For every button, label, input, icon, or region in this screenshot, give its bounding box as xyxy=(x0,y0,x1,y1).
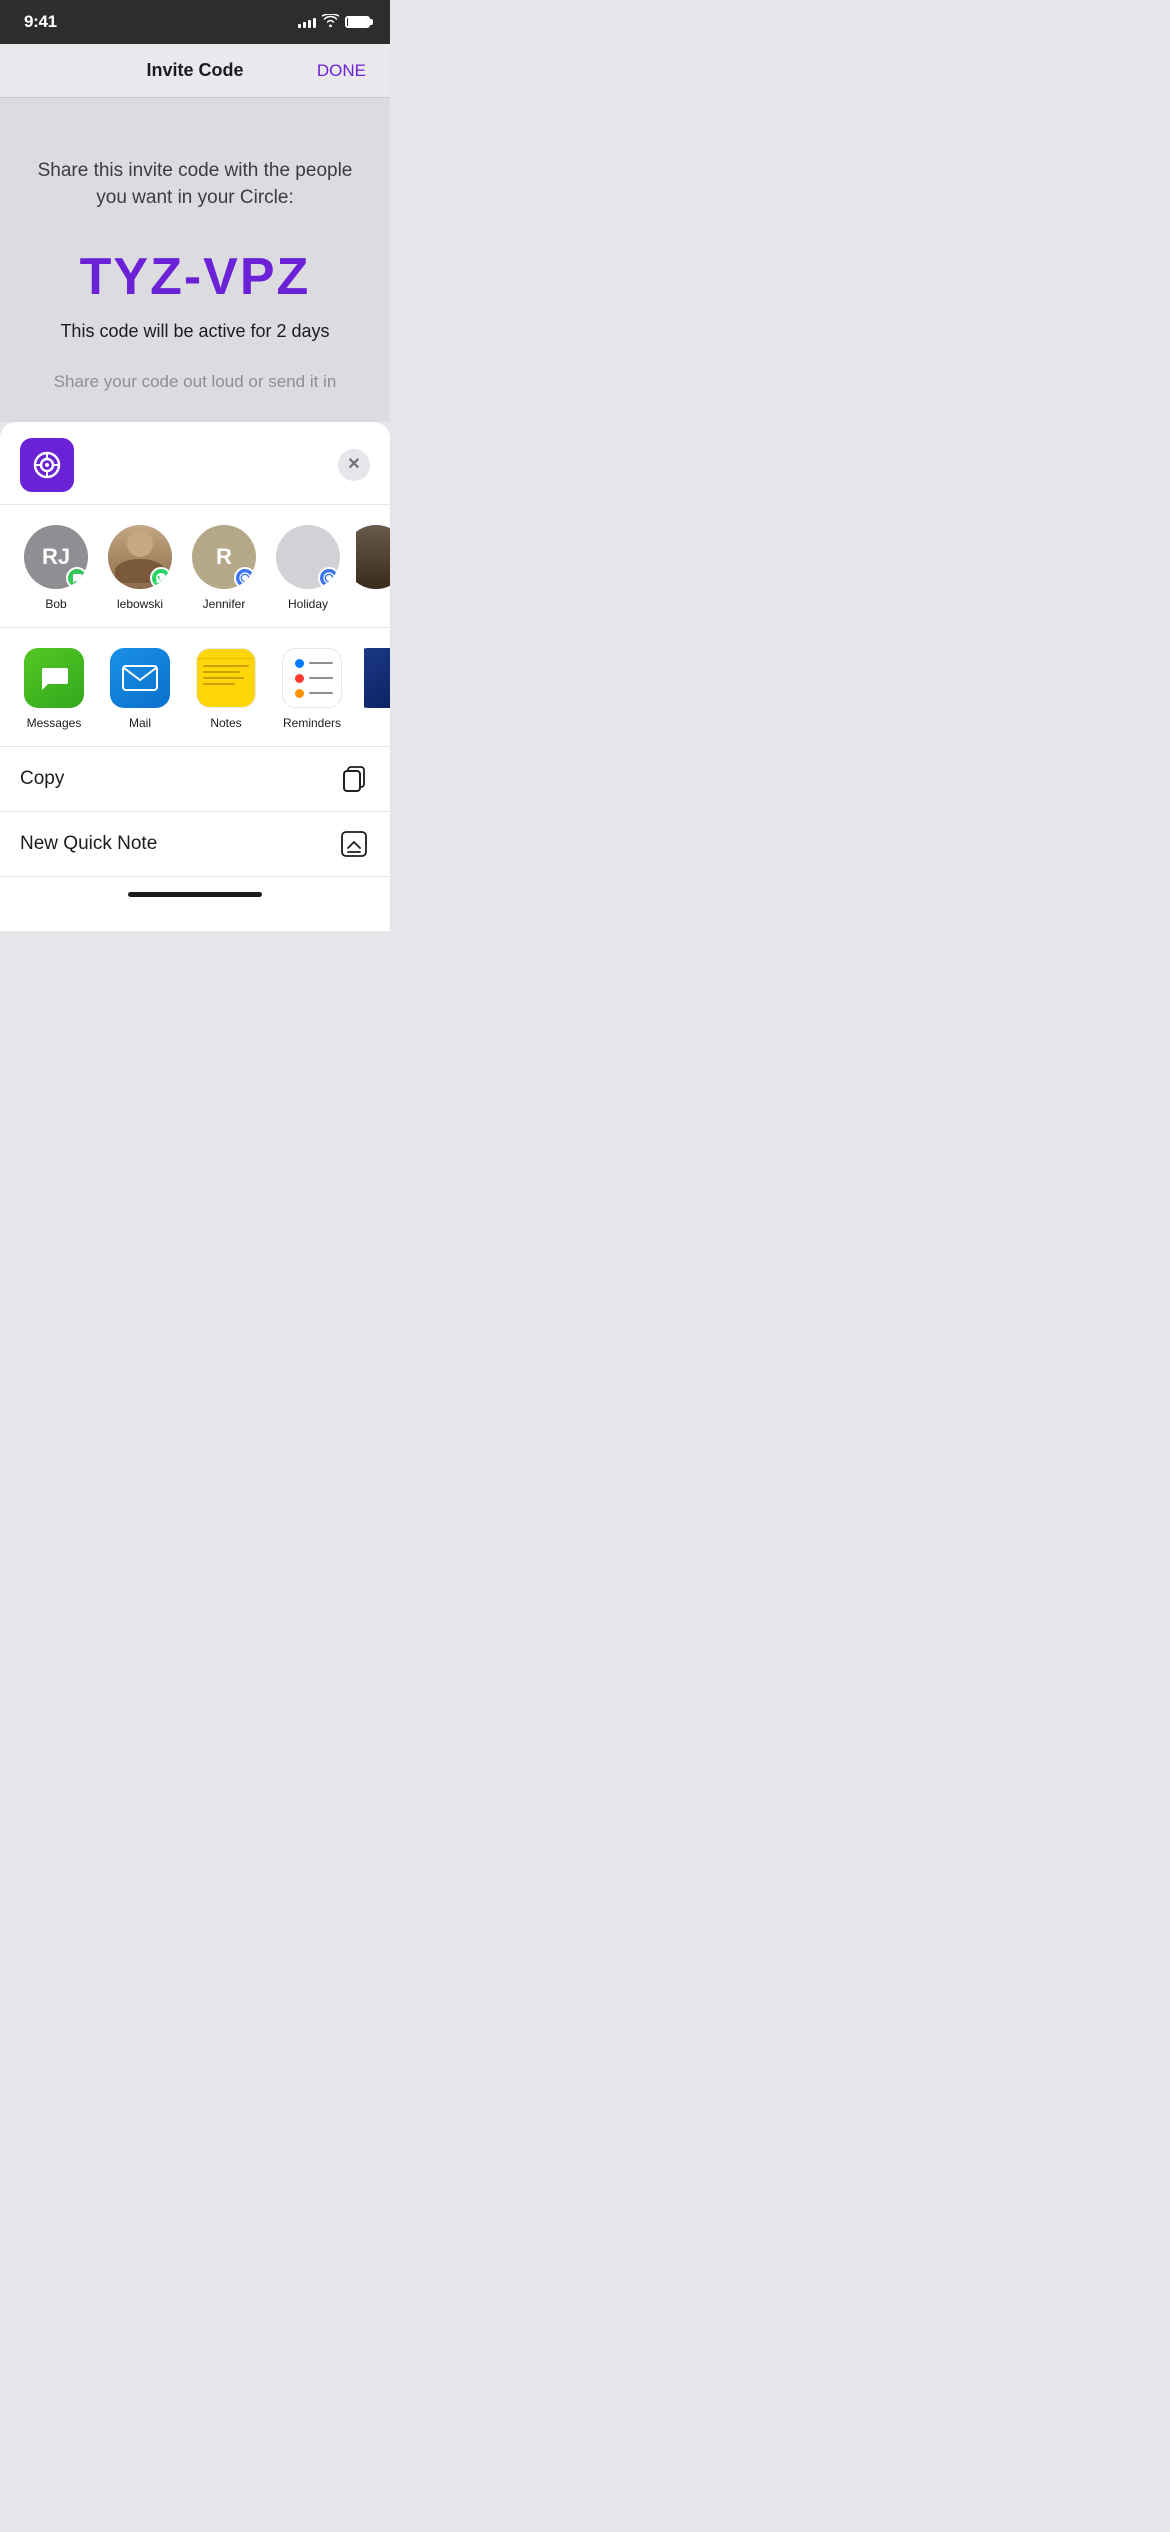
invite-code: TYZ-VPZ xyxy=(30,247,360,307)
app-icon-reminders xyxy=(282,648,342,708)
badge-messages-bob xyxy=(66,567,88,589)
wifi-icon xyxy=(322,14,339,30)
contact-lebowski[interactable]: lebowski xyxy=(104,525,176,611)
quicknote-icon xyxy=(338,828,370,860)
home-bar xyxy=(128,892,262,897)
contact-bob[interactable]: RJ Bob xyxy=(20,525,92,611)
invite-hint: Share your code out loud or send it in xyxy=(30,372,360,392)
contacts-row: RJ Bob xyxy=(0,505,390,628)
invite-section: Share this invite code with the people y… xyxy=(0,98,390,422)
contact-name-lebowski: lebowski xyxy=(117,597,163,611)
signal-icon xyxy=(298,16,316,28)
contact-name-jennifer: Jennifer xyxy=(203,597,246,611)
nav-title: Invite Code xyxy=(146,60,243,81)
quick-note-label: New Quick Note xyxy=(20,833,157,855)
share-sheet-header: ✕ xyxy=(0,422,390,505)
invite-description: Share this invite code with the people y… xyxy=(30,158,360,211)
app-icon-messages xyxy=(24,648,84,708)
app-item-reminders[interactable]: Reminders xyxy=(278,648,346,730)
copy-action[interactable]: Copy xyxy=(0,747,390,812)
app-item-notes[interactable]: Notes xyxy=(192,648,260,730)
contact-holiday[interactable]: Holiday xyxy=(272,525,344,611)
app-icon-notes xyxy=(196,648,256,708)
app-name-reminders: Reminders xyxy=(283,716,341,730)
app-name-notes: Notes xyxy=(210,716,241,730)
contact-jennifer[interactable]: R Jennifer xyxy=(188,525,260,611)
avatar-bob: RJ xyxy=(24,525,88,589)
quick-note-action[interactable]: New Quick Note xyxy=(0,812,390,877)
close-icon: ✕ xyxy=(347,457,360,473)
status-bar: 9:41 xyxy=(0,0,390,44)
done-button[interactable]: DONE xyxy=(317,61,366,81)
app-icon xyxy=(20,438,74,492)
status-icons xyxy=(298,14,370,30)
app-icon-j xyxy=(364,648,390,708)
battery-icon xyxy=(345,16,370,28)
share-sheet: ✕ RJ Bob xyxy=(0,422,390,931)
app-name-mail: Mail xyxy=(129,716,151,730)
contact-name-bob: Bob xyxy=(45,597,66,611)
badge-signal-jennifer xyxy=(234,567,256,589)
avatar-ma xyxy=(356,525,390,589)
app-item-mail[interactable]: Mail xyxy=(106,648,174,730)
app-item-messages[interactable]: Messages xyxy=(20,648,88,730)
app-icon-mail xyxy=(110,648,170,708)
app-item-j[interactable] xyxy=(364,648,390,730)
invite-expiry: This code will be active for 2 days xyxy=(30,321,360,342)
copy-label: Copy xyxy=(20,768,64,790)
nav-bar: Invite Code DONE xyxy=(0,44,390,98)
copy-icon xyxy=(338,763,370,795)
apps-row: Messages Mail Not xyxy=(0,628,390,747)
contact-ma[interactable] xyxy=(356,525,390,611)
avatar-jennifer: R xyxy=(192,525,256,589)
app-name-messages: Messages xyxy=(27,716,82,730)
home-indicator xyxy=(0,877,390,911)
badge-signal-holiday xyxy=(318,567,340,589)
avatar-lebowski xyxy=(108,525,172,589)
avatar-holiday xyxy=(276,525,340,589)
contact-name-holiday: Holiday xyxy=(288,597,328,611)
badge-whatsapp-lebowski xyxy=(150,567,172,589)
status-time: 9:41 xyxy=(24,12,57,32)
close-button[interactable]: ✕ xyxy=(338,449,370,481)
